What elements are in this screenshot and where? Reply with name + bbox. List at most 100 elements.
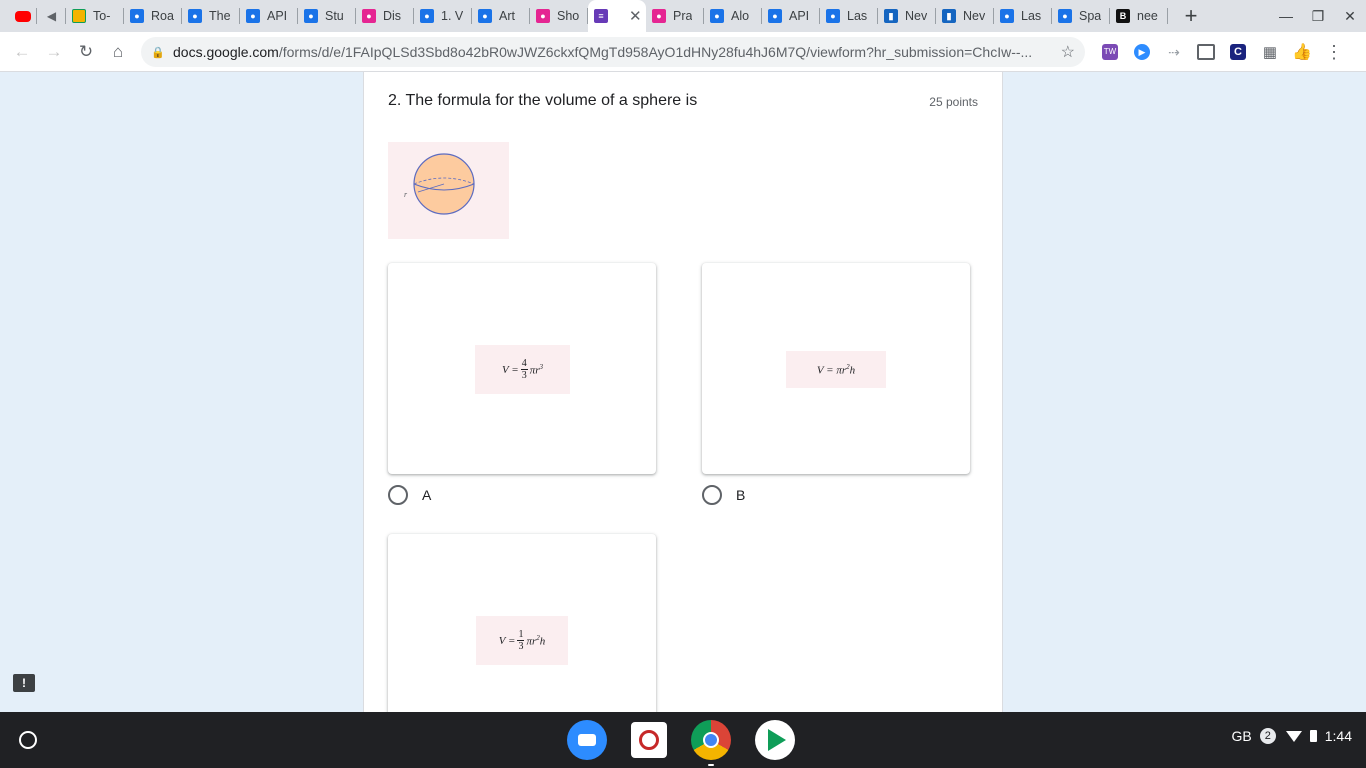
tab-title: To- bbox=[93, 9, 111, 23]
sphere-image: r bbox=[388, 142, 509, 239]
tab-item[interactable]: ▮ Nev bbox=[878, 0, 936, 32]
url-path: /forms/d/e/1FAIpQLSd3Sbd8o42bR0wJWZ6ckxf… bbox=[278, 44, 1033, 60]
tab-title: Pra bbox=[673, 9, 693, 23]
url-text[interactable]: docs.google.com/forms/d/e/1FAIpQLSd3Sbd8… bbox=[173, 44, 1048, 60]
radio-option-b[interactable] bbox=[702, 485, 722, 505]
minimize-icon[interactable]: — bbox=[1270, 0, 1302, 32]
option-a[interactable]: A bbox=[388, 485, 431, 505]
clock-time: 1:44 bbox=[1324, 728, 1352, 744]
url-host: docs.google.com bbox=[173, 44, 279, 60]
sphere-icon: r bbox=[404, 153, 475, 215]
tab-item[interactable]: ● Alo bbox=[704, 0, 762, 32]
status-tray[interactable]: GB 2 1:44 bbox=[1232, 728, 1352, 744]
new-tab-button[interactable]: + bbox=[1176, 0, 1206, 32]
sphere-radius-label: r bbox=[404, 190, 408, 199]
tab-item[interactable]: ● Stu bbox=[298, 0, 356, 32]
keyboard-layout: GB bbox=[1231, 728, 1252, 744]
page-content: 2. The formula for the volume of a spher… bbox=[0, 72, 1366, 712]
reload-icon[interactable]: ↻ bbox=[70, 36, 102, 68]
tab-title: Nev bbox=[905, 9, 928, 23]
battery-icon bbox=[1309, 730, 1317, 742]
tab-active-google-forms[interactable]: ≡ ✕ bbox=[588, 0, 646, 32]
tab-item[interactable]: ● 1. V bbox=[414, 0, 472, 32]
tab-item[interactable]: ● The bbox=[182, 0, 240, 32]
tab-strip: ◀︎ To- ● Roa ● The ● API ● Stu ● Dis ● 1. V ● A… bbox=[0, 0, 1366, 32]
browser-menu-icon[interactable]: ⋮ bbox=[1318, 36, 1350, 68]
tab-close-icon[interactable]: ✕ bbox=[629, 7, 642, 25]
tab-item[interactable]: ● Dis bbox=[356, 0, 414, 32]
user-badge-icon: ● bbox=[710, 9, 724, 23]
tab-item[interactable]: ● Spa bbox=[1052, 0, 1110, 32]
google-forms-icon: ≡ bbox=[594, 9, 608, 23]
trello-icon: ▮ bbox=[884, 9, 898, 23]
lock-icon: 🔒 bbox=[151, 46, 165, 59]
bookmark-star-icon[interactable]: ☆ bbox=[1061, 42, 1075, 62]
home-icon[interactable]: ⌂ bbox=[102, 36, 134, 68]
youtube-icon bbox=[14, 10, 31, 22]
tab-item[interactable]: ● Las bbox=[820, 0, 878, 32]
tab-title: API bbox=[267, 9, 288, 23]
tab-title: Sho bbox=[557, 9, 580, 23]
tab-title: Dis bbox=[383, 9, 402, 23]
tab-item[interactable]: ▮ Nev bbox=[936, 0, 994, 32]
option-b[interactable]: B bbox=[702, 485, 745, 505]
tab-title: API bbox=[789, 9, 810, 23]
tab-item[interactable]: ● Sho bbox=[530, 0, 588, 32]
forward-icon[interactable]: → bbox=[38, 36, 70, 68]
tab-item[interactable]: ● Pra bbox=[646, 0, 704, 32]
tab-list: ◀︎ To- ● Roa ● The ● API ● Stu ● Dis ● 1. V ● A… bbox=[0, 0, 1168, 32]
active-app-indicator bbox=[708, 764, 714, 766]
tab-item[interactable]: ● Art bbox=[472, 0, 530, 32]
tab-item[interactable]: ● Las bbox=[994, 0, 1052, 32]
tab-item[interactable]: ● Roa bbox=[124, 0, 182, 32]
pink-badge-icon: ● bbox=[362, 9, 376, 23]
option-b-image-card[interactable]: V = πr2h bbox=[702, 263, 970, 474]
extension-grid-icon[interactable]: ▦ bbox=[1254, 36, 1286, 68]
tab-item[interactable]: To- bbox=[66, 0, 124, 32]
tab-title: Las bbox=[847, 9, 868, 23]
tab-title: Roa bbox=[151, 9, 174, 23]
feedback-icon[interactable]: ! bbox=[13, 674, 35, 692]
classroom-icon bbox=[72, 9, 86, 23]
extensions-area: TW ▶ ⇢ C ▦ 👍 ⋮ bbox=[1094, 36, 1350, 68]
user-badge-icon: ● bbox=[246, 9, 260, 23]
pinned-apps bbox=[567, 720, 819, 766]
tab-item[interactable]: Bnee bbox=[1110, 0, 1168, 32]
user-badge-icon: ● bbox=[420, 9, 434, 23]
screen-cast-icon[interactable] bbox=[1190, 36, 1222, 68]
zoom-app-icon[interactable] bbox=[567, 720, 607, 760]
extension-c-icon[interactable]: C bbox=[1222, 36, 1254, 68]
tab-item[interactable]: ● API bbox=[240, 0, 298, 32]
user-badge-icon: ● bbox=[1000, 9, 1014, 23]
user-badge-icon: ● bbox=[188, 9, 202, 23]
close-window-icon[interactable]: ✕ bbox=[1334, 0, 1366, 32]
zoom-extension-icon[interactable]: ▶ bbox=[1126, 36, 1158, 68]
user-badge-icon: ● bbox=[826, 9, 840, 23]
back-icon[interactable]: ← bbox=[6, 36, 38, 68]
trello-icon: ▮ bbox=[942, 9, 956, 23]
restore-icon[interactable]: ❐ bbox=[1302, 0, 1334, 32]
education-app-icon[interactable] bbox=[631, 722, 667, 758]
option-c-image-card[interactable]: V = 1 3 πr2h bbox=[388, 534, 656, 712]
tab-title: Alo bbox=[731, 9, 750, 23]
launcher-icon[interactable] bbox=[19, 731, 37, 749]
tab-title: nee bbox=[1137, 9, 1158, 23]
pink-badge-icon: ● bbox=[652, 9, 666, 23]
extension-toolbox-icon[interactable]: TW bbox=[1094, 36, 1126, 68]
question-points: 25 points bbox=[929, 95, 978, 109]
tab-title: Las bbox=[1021, 9, 1042, 23]
tab-muted[interactable]: ◀︎ bbox=[37, 0, 66, 32]
question-card: 2. The formula for the volume of a spher… bbox=[363, 72, 1003, 712]
thumbs-up-extension-icon[interactable]: 👍 bbox=[1286, 36, 1318, 68]
tab-title: 1. V bbox=[441, 9, 464, 23]
tab-youtube[interactable] bbox=[8, 0, 37, 32]
os-shelf: GB 2 1:44 bbox=[0, 712, 1366, 768]
chrome-app-icon[interactable] bbox=[691, 720, 731, 766]
tab-item[interactable]: ● API bbox=[762, 0, 820, 32]
question-title: 2. The formula for the volume of a spher… bbox=[388, 92, 698, 109]
radio-option-a[interactable] bbox=[388, 485, 408, 505]
play-store-app-icon[interactable] bbox=[755, 720, 795, 760]
extension-arrow-icon[interactable]: ⇢ bbox=[1158, 36, 1190, 68]
option-a-image-card[interactable]: V = 4 3 πr3 bbox=[388, 263, 656, 474]
address-bar[interactable]: 🔒 docs.google.com/forms/d/e/1FAIpQLSd3Sb… bbox=[141, 37, 1085, 67]
